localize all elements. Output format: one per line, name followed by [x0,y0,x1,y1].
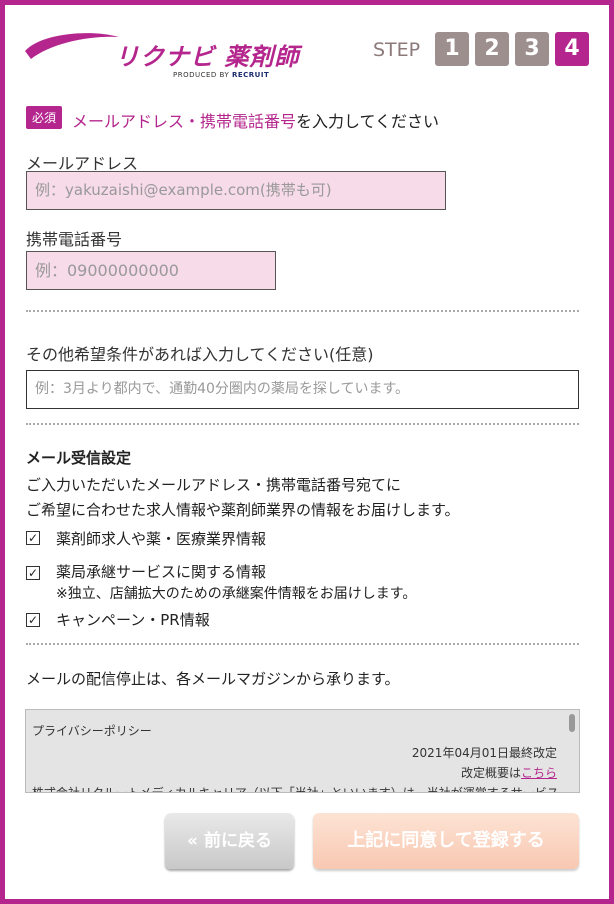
checkbox-pharmacist-info[interactable]: ✓ [26,531,40,545]
conditions-input[interactable]: 例：3月より都内で、通勤40分圏内の薬局を探しています。 [26,370,579,409]
email-field[interactable]: 例：yakuzaishi@example.com(携帯も可) [26,171,446,210]
policy-outline-link[interactable]: こちら [521,766,557,780]
checkbox-label: キャンペーン・PR情報 [56,611,210,629]
step-3: 3 [515,32,549,66]
logo-producer: PRODUCED BY RECRUIT [173,71,270,79]
policy-body: 株式会社リクルートメディカルキャリア（以下「当社」といいます）は、当社が運営する… [32,786,559,793]
recruit-brand: RECRUIT [231,71,270,79]
contact-question-title: メールアドレス・携帯電話番号を入力してください [72,112,440,131]
mail-settings-title: メール受信設定 [26,449,132,467]
checkbox-label: 薬剤師求人や薬・医療業界情報 [56,530,267,548]
checkbox-campaign-info[interactable]: ✓ [26,613,40,627]
step-label: STEP [373,39,421,61]
unsubscribe-note: メールの配信停止は、各メールマガジンから承ります。 [26,670,400,688]
policy-scrollbar-thumb[interactable] [569,714,575,732]
step-4-current: 4 [555,32,589,66]
back-button[interactable]: « 前に戻る [165,813,294,869]
checkbox-succession-info[interactable]: ✓ [26,566,40,580]
phone-field[interactable]: 例：09000000000 [26,251,276,290]
divider [26,643,579,645]
policy-date: 2021年04月01日最終改定 [411,746,557,760]
agree-register-button[interactable]: 上記に同意して登録する [313,813,579,869]
mail-settings-description: ご入力いただいたメールアドレス・携帯電話番号宛てに ご希望に合わせた求人情報や薬… [26,476,460,519]
logo-swoosh-icon [25,33,119,59]
conditions-label: その他希望条件があれば入力してください(任意) [26,345,374,364]
checkbox-label: 薬局承継サービスに関する情報 [56,563,267,581]
phone-label: 携帯電話番号 [26,230,123,249]
step-1: 1 [435,32,469,66]
divider [26,310,579,312]
required-badge: 必須 [26,106,63,129]
step-2: 2 [475,32,509,66]
policy-title: プライバシーポリシー [32,724,152,738]
privacy-policy-box[interactable]: プライバシーポリシー 2021年04月01日最終改定 改定概要はこちら 株式会社… [25,709,580,793]
policy-outline: 改定概要はこちら [460,766,557,780]
checkbox-sublabel: ※独立、店舗拡大のための承継案件情報をお届けします。 [56,586,417,602]
divider [26,423,579,425]
logo-text: リクナビ 薬剤師 [115,43,300,71]
